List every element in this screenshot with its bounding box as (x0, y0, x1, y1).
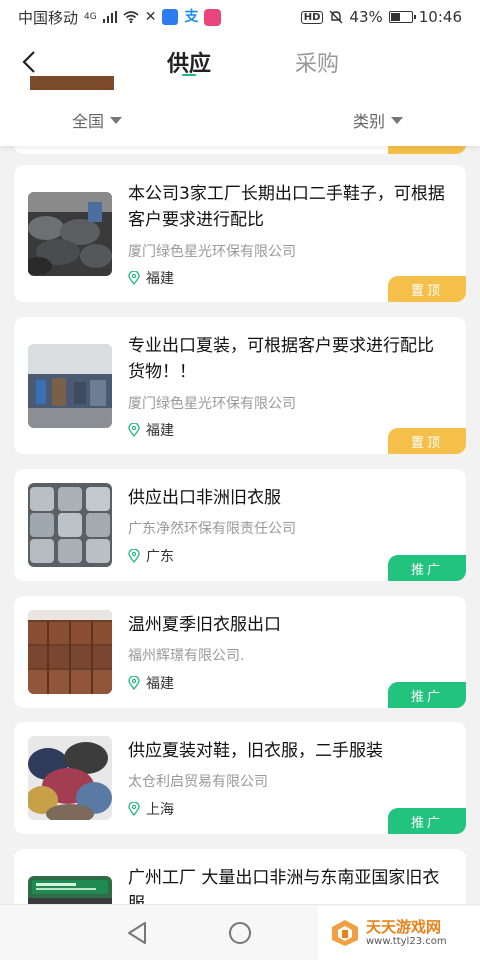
listing-thumbnail (28, 483, 112, 567)
battery-percent: 43% (349, 8, 383, 26)
listing-title: 供应夏装对鞋，旧衣服，二手服装 (128, 741, 383, 761)
listing-thumbnail (28, 192, 112, 276)
list-item[interactable]: 温州夏季旧衣服出口 福州辉璟有限公司. 福建 推广 (14, 596, 466, 708)
listing-location: 福建 (128, 420, 174, 440)
location-pin-icon (128, 549, 140, 563)
listing-title: 广州工厂 大量出口非洲与东南亚国家旧衣服 (128, 868, 440, 909)
chevron-left-icon (22, 51, 35, 73)
nav-home-button[interactable] (229, 922, 251, 944)
watermark-url: www.ttyl23.com (366, 936, 447, 947)
listing-title: 本公司3家工厂长期出口二手鞋子，可根据客户要求进行配比 (128, 184, 445, 230)
region-filter-label: 全国 (72, 112, 105, 131)
listing-company: 太仓利启贸易有限公司 (128, 774, 268, 790)
location-label: 上海 (146, 802, 174, 818)
wifi-icon (123, 11, 139, 23)
listing-location: 福建 (128, 673, 174, 693)
listing-title: 供应出口非洲旧衣服 (128, 488, 281, 508)
listing-company: 广东净然环保有限责任公司 (128, 521, 296, 537)
list-item[interactable]: 供应夏装对鞋，旧衣服，二手服装 太仓利启贸易有限公司 上海 推广 (14, 722, 466, 834)
status-left: 中国移动 4G ✕ 支 (18, 7, 222, 28)
location-label: 福建 (146, 271, 174, 287)
pinned-badge: 置顶 (388, 276, 466, 302)
category-filter-label: 类别 (353, 112, 386, 131)
category-filter[interactable]: 类别 (353, 108, 404, 132)
listing-title: 温州夏季旧衣服出口 (128, 615, 281, 635)
pink-app-icon (204, 8, 222, 26)
status-right: HD 43% 10:46 (300, 8, 462, 26)
listing-thumbnail (28, 344, 112, 428)
watermark-logo (332, 920, 358, 946)
list-item[interactable]: 供应出口非洲旧衣服 广东净然环保有限责任公司 广东 推广 (14, 469, 466, 581)
notification-x-icon: ✕ (144, 9, 157, 25)
promoted-badge: 推广 (388, 555, 466, 581)
alipay-icon: 支 (184, 9, 199, 25)
listing-company: 厦门绿色星光环保有限公司 (128, 396, 296, 412)
location-pin-icon (128, 271, 140, 285)
location-pin-icon (128, 676, 140, 690)
listing-location: 福建 (128, 268, 174, 288)
tab-purchase[interactable]: 采购 (295, 46, 339, 78)
filter-bar: 全国 类别 (0, 90, 480, 146)
triangle-back-icon (128, 922, 146, 944)
listing-location: 广东 (128, 546, 174, 566)
location-label: 广东 (146, 549, 174, 565)
carrier-label: 中国移动 (18, 8, 79, 27)
nav-back-button[interactable] (126, 921, 148, 949)
listing-thumbnail (28, 736, 112, 820)
location-pin-icon (128, 802, 140, 816)
list-item[interactable]: 专业出口夏装，可根据客户要求进行配比货物！！ 厦门绿色星光环保有限公司 福建 置… (14, 317, 466, 454)
region-filter[interactable]: 全国 (72, 108, 123, 132)
network-type-label: 4G (84, 11, 97, 22)
listing-location: 上海 (128, 799, 174, 819)
battery-fill (390, 13, 400, 21)
caret-down-icon (110, 116, 123, 124)
location-pin-icon (128, 423, 140, 437)
listing-company: 厦门绿色星光环保有限公司 (128, 244, 296, 260)
pinned-badge: 置顶 (388, 428, 466, 454)
promoted-badge: 推广 (388, 682, 466, 708)
location-label: 福建 (146, 676, 174, 692)
listing-company: 福州辉璟有限公司. (128, 648, 245, 664)
clock: 10:46 (418, 8, 462, 26)
watermark-text: 天天游戏网 www.ttyl23.com (366, 918, 447, 948)
list-item[interactable]: 广州工厂 大量出口非洲与东南亚国家旧衣服 (14, 849, 466, 909)
listing-title: 专业出口夏装，可根据客户要求进行配比货物！！ (128, 336, 434, 382)
hd-badge: HD (300, 10, 324, 24)
location-label: 福建 (146, 423, 174, 439)
signal-icon (102, 11, 117, 23)
listing-thumbnail (28, 610, 112, 694)
watermark-name: 天天游戏网 (366, 918, 442, 936)
listing-thumbnail (30, 76, 114, 90)
watermark: 天天游戏网 www.ttyl23.com (318, 906, 480, 960)
battery-icon (388, 11, 416, 23)
caret-down-icon (391, 116, 404, 124)
promoted-badge: 推广 (388, 808, 466, 834)
mute-icon (329, 10, 343, 24)
list-item[interactable]: 本公司3家工厂长期出口二手鞋子，可根据客户要求进行配比 厦门绿色星光环保有限公司… (14, 165, 466, 302)
status-bar: 中国移动 4G ✕ 支 HD 43% 10:46 (0, 0, 480, 34)
app-notification-icon (162, 9, 179, 25)
